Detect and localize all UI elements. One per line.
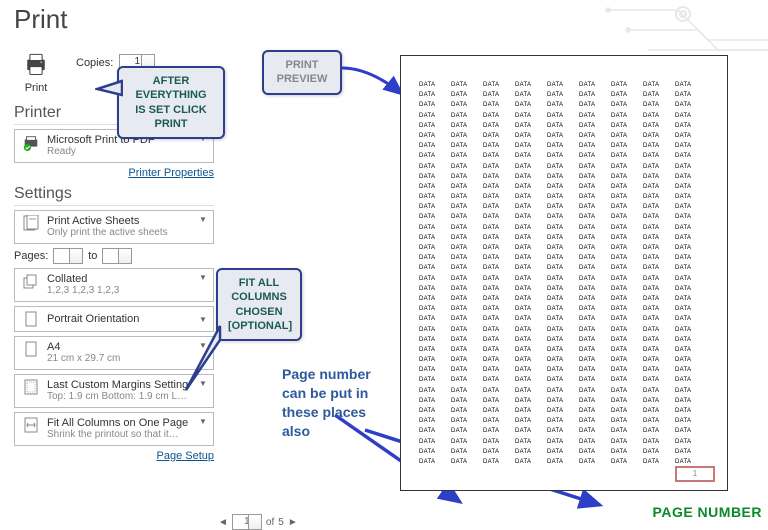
callout-fit: FIT ALL COLUMNS CHOSEN [OPTIONAL] xyxy=(216,268,302,341)
collated-icon xyxy=(21,273,41,289)
printer-status: Ready xyxy=(47,146,195,157)
annotation-page-number: Page number can be put in these places a… xyxy=(282,365,392,441)
collation-dropdown[interactable]: Collated 1,2,3 1,2,3 1,2,3 ▼ xyxy=(14,268,214,302)
printer-properties-link[interactable]: Printer Properties xyxy=(14,167,214,179)
chevron-down-icon: ▼ xyxy=(199,417,207,426)
page-navigator[interactable]: ◄ 1 of 5 ► xyxy=(218,514,298,530)
callout-arrow xyxy=(182,324,222,394)
pages-from-spinner[interactable] xyxy=(53,248,83,264)
pages-to-spinner[interactable] xyxy=(102,248,132,264)
callout-print: AFTER EVERYTHING IS SET CLICK PRINT xyxy=(117,66,225,139)
page-number-label: PAGE NUMBER xyxy=(653,504,762,520)
decorative-circuit xyxy=(568,0,768,60)
page-setup-link[interactable]: Page Setup xyxy=(14,450,214,462)
pages-row: Pages: to xyxy=(14,248,214,264)
chevron-down-icon: ▼ xyxy=(199,273,207,282)
prev-page-icon[interactable]: ◄ xyxy=(218,517,228,528)
printer-icon xyxy=(21,50,51,78)
paper-icon xyxy=(21,341,41,357)
next-page-icon[interactable]: ► xyxy=(288,517,298,528)
preview-data-grid: DATADATADATADATADATADATADATADATADATADATA… xyxy=(419,80,709,467)
preview-page-number: 1 xyxy=(675,466,715,482)
print-preview: DATADATADATADATADATADATADATADATADATADATA… xyxy=(400,55,728,491)
chevron-down-icon: ▼ xyxy=(199,215,207,224)
print-button-label: Print xyxy=(25,82,48,94)
callout-preview: PRINT PREVIEW xyxy=(262,50,342,95)
callout-arrow xyxy=(95,75,123,99)
scaling-dropdown[interactable]: Fit All Columns on One Page Shrink the p… xyxy=(14,412,214,446)
portrait-icon xyxy=(21,311,41,327)
sheets-icon xyxy=(21,215,41,231)
fit-columns-icon xyxy=(21,417,41,433)
margins-icon xyxy=(21,379,41,395)
print-what-dropdown[interactable]: Print Active Sheets Only print the activ… xyxy=(14,210,214,244)
copies-label: Copies: xyxy=(76,57,113,69)
print-button[interactable]: Print xyxy=(14,50,58,94)
chevron-down-icon: ▼ xyxy=(199,315,207,324)
printer-status-icon xyxy=(21,134,41,152)
settings-header: Settings xyxy=(14,185,214,206)
